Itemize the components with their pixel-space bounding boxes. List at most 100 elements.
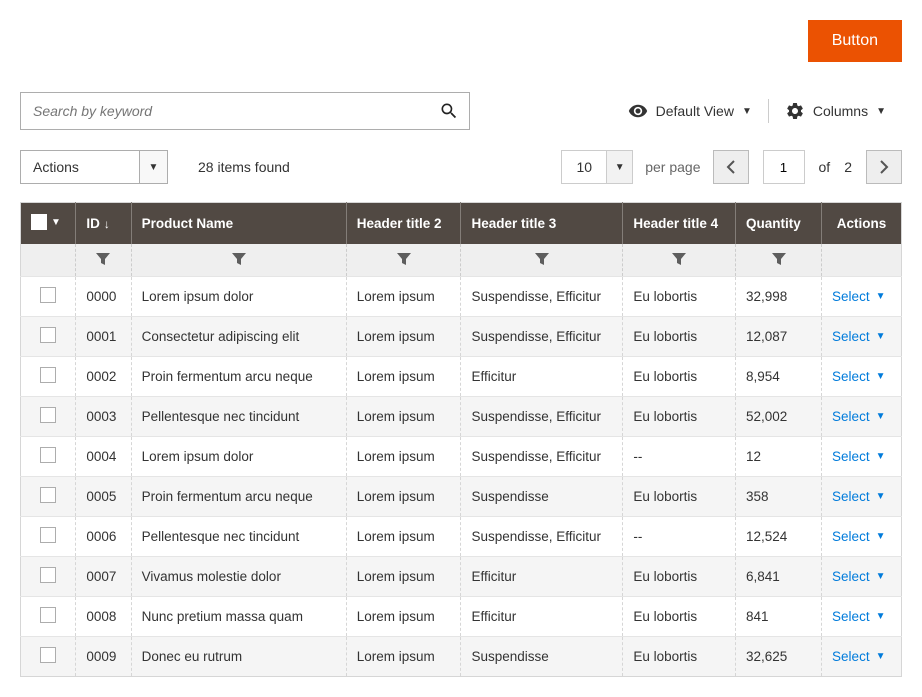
- caret-down-icon[interactable]: ▼: [607, 150, 633, 184]
- header-title-2[interactable]: Header title 2: [346, 203, 461, 245]
- caret-down-icon[interactable]: ▼: [51, 217, 61, 228]
- row-checkbox-cell: [21, 317, 76, 357]
- cell-id: 0001: [76, 317, 131, 357]
- row-action-select[interactable]: Select ▼: [822, 357, 902, 397]
- table-row: 0009Donec eu rutrumLorem ipsumSuspendiss…: [21, 637, 902, 677]
- cell-h4: Eu lobortis: [623, 557, 736, 597]
- filter-icon: [96, 253, 110, 265]
- row-checkbox[interactable]: [40, 407, 56, 423]
- prev-page-button[interactable]: [713, 150, 749, 184]
- cell-h2: Lorem ipsum: [346, 277, 461, 317]
- row-action-select[interactable]: Select▼: [822, 397, 902, 437]
- caret-down-icon: ▼: [876, 611, 886, 622]
- row-checkbox[interactable]: [40, 447, 56, 463]
- filter-cell-h2[interactable]: [346, 244, 461, 277]
- row-checkbox-cell: [21, 557, 76, 597]
- header-id[interactable]: ID↓: [76, 203, 131, 245]
- cell-qty: 12: [736, 437, 822, 477]
- cell-h2: Lorem ipsum: [346, 397, 461, 437]
- filter-cell-h4[interactable]: [623, 244, 736, 277]
- row-checkbox-cell: [21, 357, 76, 397]
- row-checkbox[interactable]: [40, 487, 56, 503]
- row-checkbox-cell: [21, 477, 76, 517]
- default-view-dropdown[interactable]: Default View ▼: [612, 101, 768, 121]
- row-action-select[interactable]: Select▼: [822, 317, 902, 357]
- cell-h3: Suspendisse, Efficitur: [461, 437, 623, 477]
- cell-h2: Lorem ipsum: [346, 437, 461, 477]
- row-action-select[interactable]: Select▼: [822, 557, 902, 597]
- cell-h2: Lorem ipsum: [346, 477, 461, 517]
- cell-qty: 52,002: [736, 397, 822, 437]
- search-icon: [439, 101, 459, 121]
- select-label: Select: [832, 649, 870, 664]
- page-input[interactable]: [763, 150, 805, 184]
- data-grid: ▼ ID↓ Product Name Header title 2 Header…: [20, 202, 902, 677]
- table-row: 0002Proin fermentum arcu nequeLorem ipsu…: [21, 357, 902, 397]
- select-label: Select: [832, 369, 870, 384]
- header-title-4[interactable]: Header title 4: [623, 203, 736, 245]
- row-action-select[interactable]: Select▼: [822, 597, 902, 637]
- row-checkbox-cell: [21, 437, 76, 477]
- cell-product-name: Lorem ipsum dolor: [131, 277, 346, 317]
- cell-h2: Lorem ipsum: [346, 317, 461, 357]
- row-action-select[interactable]: Select▼: [822, 637, 902, 677]
- row-checkbox-cell: [21, 277, 76, 317]
- cell-h2: Lorem ipsum: [346, 637, 461, 677]
- cell-product-name: Consectetur adipiscing elit: [131, 317, 346, 357]
- row-checkbox[interactable]: [40, 327, 56, 343]
- caret-down-icon: ▼: [876, 371, 886, 382]
- row-action-select[interactable]: Select▼: [822, 517, 902, 557]
- row-action-select[interactable]: Select▼: [822, 437, 902, 477]
- cell-id: 0000: [76, 277, 131, 317]
- row-checkbox[interactable]: [40, 567, 56, 583]
- cell-qty: 12,524: [736, 517, 822, 557]
- filter-cell-id[interactable]: [76, 244, 131, 277]
- filter-cell-check: [21, 244, 76, 277]
- cell-qty: 12,087: [736, 317, 822, 357]
- header-quantity[interactable]: Quantity: [736, 203, 822, 245]
- row-action-select[interactable]: Select▼: [822, 477, 902, 517]
- primary-button[interactable]: Button: [808, 20, 902, 62]
- filter-icon: [772, 253, 786, 265]
- cell-h3: Suspendisse, Efficitur: [461, 317, 623, 357]
- header-title-3[interactable]: Header title 3: [461, 203, 623, 245]
- cell-h2: Lorem ipsum: [346, 557, 461, 597]
- filter-cell-h3[interactable]: [461, 244, 623, 277]
- per-page-select[interactable]: 10 ▼: [561, 150, 633, 184]
- cell-qty: 32,998: [736, 277, 822, 317]
- chevron-left-icon: [726, 160, 736, 174]
- row-checkbox[interactable]: [40, 607, 56, 623]
- cell-h4: Eu lobortis: [623, 397, 736, 437]
- cell-qty: 358: [736, 477, 822, 517]
- next-page-button[interactable]: [866, 150, 902, 184]
- search-button[interactable]: [429, 93, 469, 129]
- table-row: 0003Pellentesque nec tinciduntLorem ipsu…: [21, 397, 902, 437]
- cell-product-name: Lorem ipsum dolor: [131, 437, 346, 477]
- columns-label: Columns: [813, 103, 868, 119]
- actions-label: Actions: [20, 150, 140, 184]
- filter-icon: [397, 253, 411, 265]
- row-checkbox[interactable]: [40, 287, 56, 303]
- cell-id: 0004: [76, 437, 131, 477]
- per-page-value: 10: [561, 150, 607, 184]
- row-checkbox[interactable]: [40, 527, 56, 543]
- row-action-select[interactable]: Select▼: [822, 277, 902, 317]
- search-input[interactable]: [21, 93, 429, 129]
- cell-qty: 841: [736, 597, 822, 637]
- row-checkbox[interactable]: [40, 367, 56, 383]
- actions-dropdown[interactable]: Actions ▼: [20, 150, 168, 184]
- columns-dropdown[interactable]: Columns ▼: [769, 101, 902, 121]
- row-checkbox[interactable]: [40, 647, 56, 663]
- filter-cell-name[interactable]: [131, 244, 346, 277]
- select-all-checkbox[interactable]: [31, 214, 47, 230]
- cell-qty: 32,625: [736, 637, 822, 677]
- filter-cell-qty[interactable]: [736, 244, 822, 277]
- cell-product-name: Proin fermentum arcu neque: [131, 357, 346, 397]
- cell-h3: Efficitur: [461, 597, 623, 637]
- cell-product-name: Nunc pretium massa quam: [131, 597, 346, 637]
- cell-h3: Efficitur: [461, 357, 623, 397]
- caret-down-icon[interactable]: ▼: [140, 150, 168, 184]
- cell-id: 0008: [76, 597, 131, 637]
- select-label: Select: [832, 449, 870, 464]
- header-product-name[interactable]: Product Name: [131, 203, 346, 245]
